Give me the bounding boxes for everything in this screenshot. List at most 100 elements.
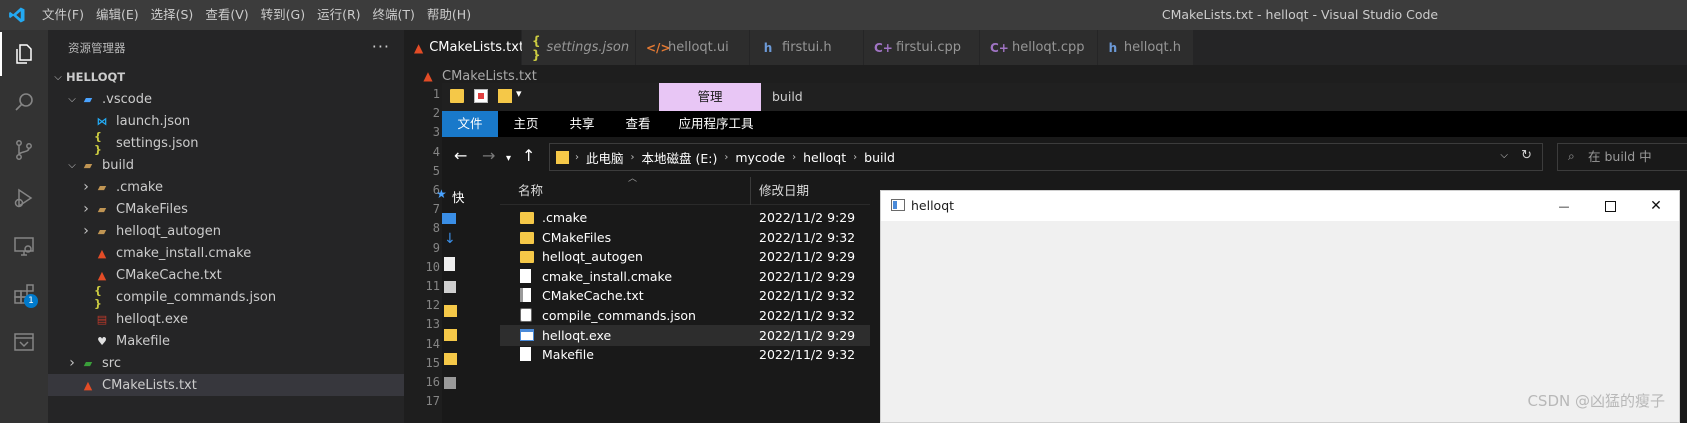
explorer-icon[interactable] <box>12 42 36 66</box>
tab-label: firstui.cpp <box>896 40 962 55</box>
column-divider[interactable] <box>750 177 751 205</box>
tree-item[interactable]: ▲ CMakeLists.txt <box>48 374 404 396</box>
quick-access-toolbar: ▾ 管理 build <box>442 83 1687 111</box>
editor-tab[interactable]: C+ firstui.cpp <box>864 30 980 65</box>
tree-item[interactable]: ⌵ ▰ .vscode <box>48 88 404 110</box>
file-name: compile_commands.json <box>542 308 696 323</box>
refresh-icon[interactable]: ↻ <box>1521 148 1532 163</box>
ribbon-tab-view[interactable]: 查看 <box>610 111 666 137</box>
editor-tab[interactable]: h helloqt.h <box>1098 30 1194 65</box>
editor-tab[interactable]: { } settings.json <box>522 30 636 65</box>
file-row[interactable]: CMakeCache.txt 2022/11/2 9:32 <box>500 285 870 306</box>
nav-quick-access[interactable]: 快 <box>452 187 465 206</box>
tree-item-label: CMakeCache.txt <box>116 267 222 283</box>
tab-label: firstui.h <box>782 40 832 55</box>
file-row[interactable]: cmake_install.cmake 2022/11/2 9:29 <box>500 266 870 287</box>
file-row[interactable]: helloqt.exe 2022/11/2 9:29 <box>500 324 870 346</box>
ribbon-tab-app-tools[interactable]: 应用程序工具 <box>666 111 766 137</box>
maximize-button[interactable] <box>1587 191 1633 221</box>
editor-tab[interactable]: ▲CMakeLists.txt× <box>404 30 548 65</box>
tree-item[interactable]: › ▰ helloqt_autogen <box>48 220 404 242</box>
picture-icon[interactable] <box>444 281 456 293</box>
tree-item[interactable]: { } compile_commands.json <box>48 284 404 310</box>
menu-view[interactable]: 查看(V) <box>199 0 254 30</box>
column-modified[interactable]: 修改日期 <box>759 177 809 205</box>
search-input[interactable]: 在 build 中 <box>1557 143 1687 171</box>
folder-icon[interactable] <box>444 305 457 317</box>
source-control-icon[interactable] <box>12 138 36 162</box>
ribbon-tab-share[interactable]: 共享 <box>554 111 610 137</box>
menu-run[interactable]: 运行(R) <box>311 0 366 30</box>
up-arrow-icon[interactable]: ↑ <box>522 147 535 165</box>
minimize-button[interactable]: — <box>1541 191 1587 221</box>
tree-item-label: .cmake <box>116 179 163 195</box>
tree-item[interactable]: › ▰ CMakeFiles <box>48 198 404 220</box>
path-segment[interactable]: 此电脑 <box>579 148 631 167</box>
file-name: Makefile <box>542 347 594 363</box>
chevron-down-icon[interactable]: ⌵ <box>1500 150 1508 161</box>
tree-item[interactable]: ⋈ launch.json <box>48 110 404 132</box>
folder-icon <box>520 230 534 245</box>
chevron-right-icon: › <box>69 355 75 371</box>
editor-tab[interactable]: h firstui.h <box>750 30 864 65</box>
ribbon-tab-home[interactable]: 主页 <box>498 111 554 137</box>
address-input[interactable]: › 此电脑 › 本地磁盘 (E:) › mycode › helloqt › b… <box>549 143 1543 171</box>
cmake-icon: ▲ <box>83 378 93 392</box>
menu-help[interactable]: 帮助(H) <box>421 0 477 30</box>
path-segment[interactable]: mycode <box>728 150 792 165</box>
qt-icon[interactable] <box>12 330 36 354</box>
editor-tab[interactable]: </> helloqt.ui <box>636 30 750 65</box>
file-modified-date: 2022/11/2 9:29 <box>759 249 856 265</box>
back-arrow-icon[interactable]: ← <box>454 147 467 165</box>
menu-edit[interactable]: 编辑(E) <box>90 0 145 30</box>
menu-go[interactable]: 转到(G) <box>255 0 311 30</box>
path-segment[interactable]: build <box>857 150 902 165</box>
folder-icon[interactable] <box>444 353 457 365</box>
tree-item[interactable]: › ▰ .cmake <box>48 176 404 198</box>
run-debug-icon[interactable] <box>12 186 36 210</box>
close-button[interactable]: ✕ <box>1633 191 1679 221</box>
tree-item[interactable]: › ▰ src <box>48 352 404 374</box>
tab-manage[interactable]: 管理 <box>659 83 761 111</box>
more-actions-button[interactable]: ··· <box>372 30 390 66</box>
tree-item-label: src <box>102 355 121 371</box>
cpp-icon: C+ <box>990 40 1009 55</box>
workspace-root[interactable]: ⌵ HELLOQT <box>48 66 404 88</box>
drive-icon[interactable] <box>444 377 456 389</box>
tree-item[interactable]: ▤ helloqt.exe <box>48 308 404 330</box>
file-row[interactable]: helloqt_autogen 2022/11/2 9:29 <box>500 246 870 267</box>
path-segment[interactable]: 本地磁盘 (E:) <box>635 148 725 167</box>
document-icon[interactable] <box>444 257 455 271</box>
tree-item[interactable]: ▲ cmake_install.cmake <box>48 242 404 264</box>
menu-selection[interactable]: 选择(S) <box>145 0 200 30</box>
tree-item[interactable]: ⌵ ▰ build <box>48 154 404 176</box>
folder-icon[interactable] <box>444 329 457 341</box>
vscode-logo-icon <box>9 7 25 23</box>
customize-toolbar-icon[interactable]: ▾ <box>516 87 522 100</box>
search-icon[interactable] <box>12 90 36 114</box>
script-file-icon <box>520 308 534 323</box>
forward-arrow-icon[interactable]: → <box>482 147 495 165</box>
desktop-icon[interactable] <box>442 213 456 224</box>
menu-terminal[interactable]: 终端(T) <box>367 0 421 30</box>
column-name[interactable]: 名称 <box>518 177 543 205</box>
properties-icon[interactable] <box>474 89 488 103</box>
tree-item[interactable]: { } settings.json <box>48 130 404 156</box>
path-segment[interactable]: helloqt <box>796 150 853 165</box>
new-folder-icon[interactable] <box>498 89 512 103</box>
file-row[interactable]: .cmake 2022/11/2 9:29 <box>500 207 870 228</box>
ribbon-tab-file[interactable]: 文件 <box>442 111 498 137</box>
download-icon[interactable]: ↓ <box>444 231 456 247</box>
file-row[interactable]: compile_commands.json 2022/11/2 9:32 <box>500 305 870 326</box>
editor-tab[interactable]: C+ helloqt.cpp <box>980 30 1098 65</box>
line-number: 10 <box>425 259 440 274</box>
tree-item[interactable]: ▲ CMakeCache.txt <box>48 264 404 286</box>
tree-item-label: cmake_install.cmake <box>116 245 252 261</box>
menu-file[interactable]: 文件(F) <box>36 0 90 30</box>
file-row[interactable]: CMakeFiles 2022/11/2 9:32 <box>500 227 870 248</box>
file-row[interactable]: Makefile 2022/11/2 9:32 <box>500 344 870 365</box>
tree-item[interactable]: ♥ Makefile <box>48 330 404 352</box>
src-folder-icon: ▰ <box>83 356 93 370</box>
remote-explorer-icon[interactable] <box>12 234 36 258</box>
recent-locations-icon[interactable]: ▾ <box>506 150 511 168</box>
